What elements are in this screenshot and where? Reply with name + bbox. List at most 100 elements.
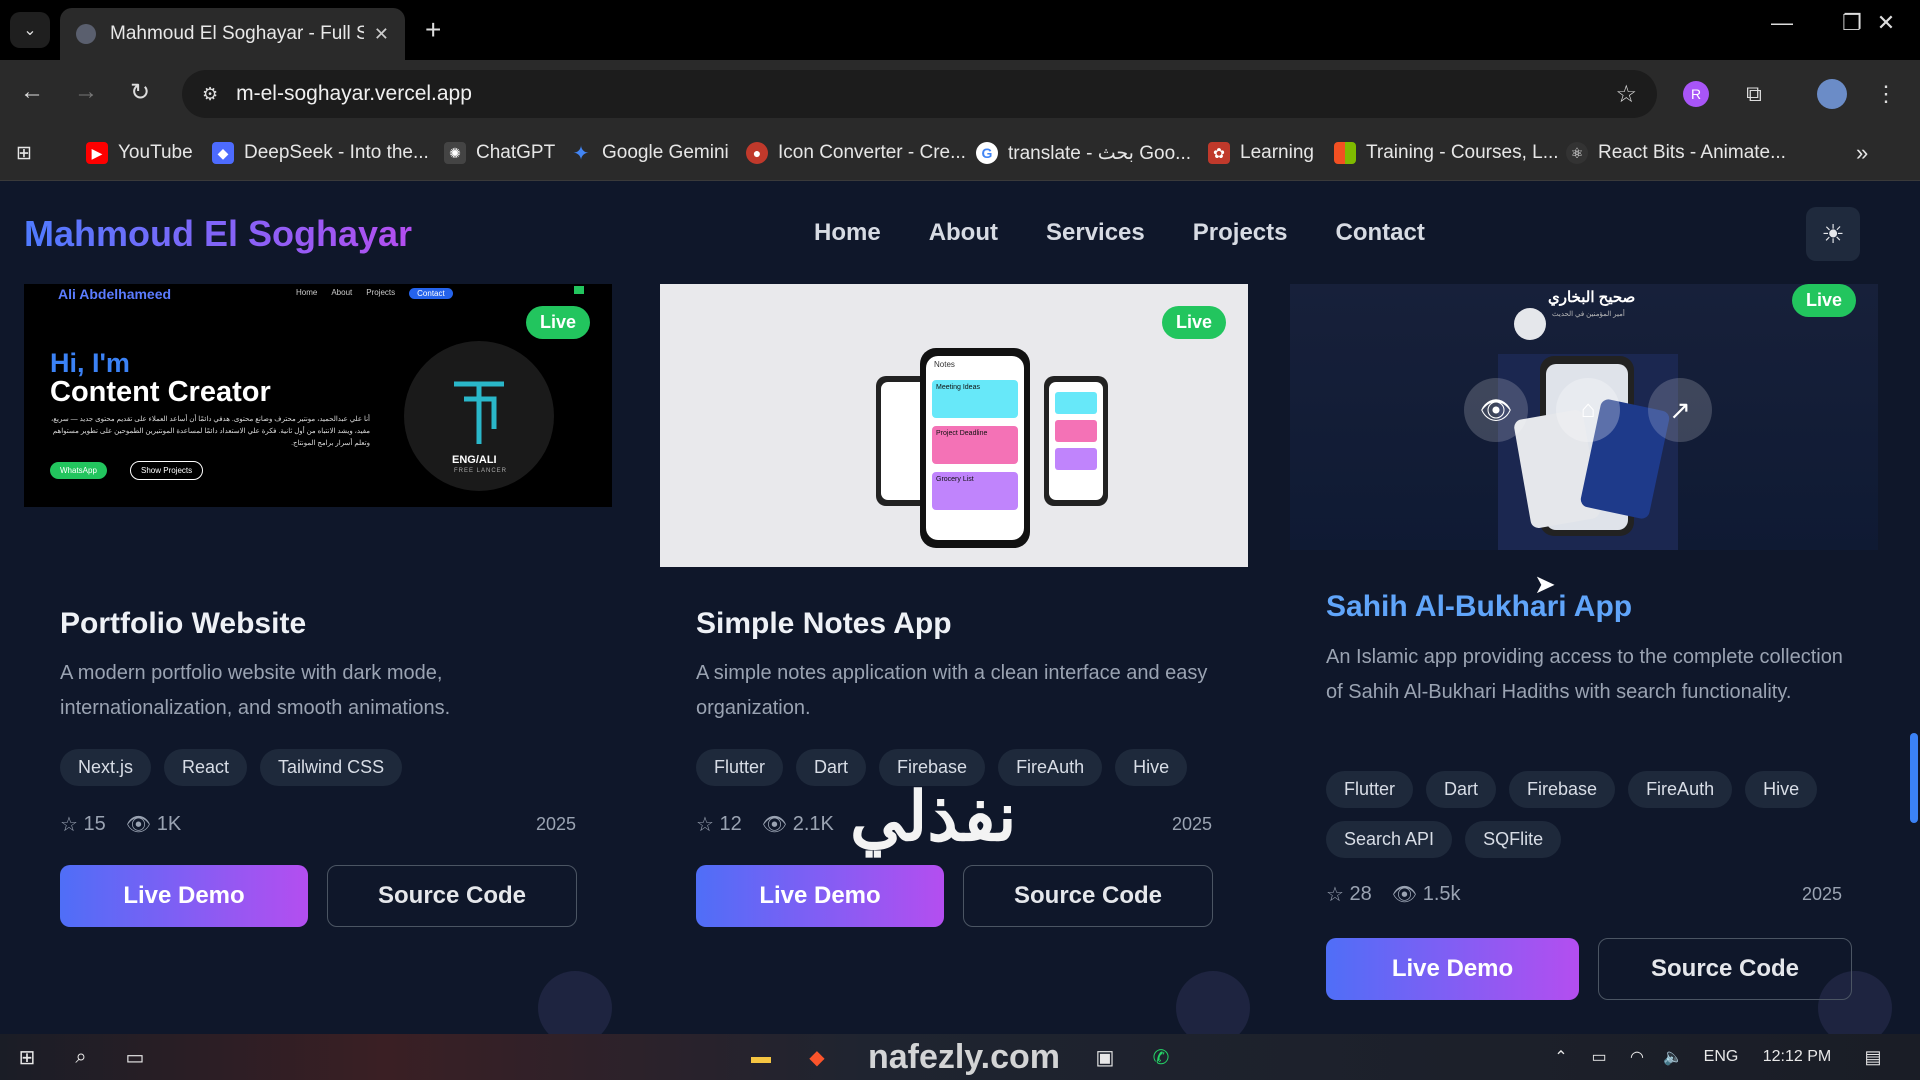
project-thumbnail[interactable]: صحيح البخاري أمير المؤمنين في الحديث 👁 ⌂…	[1290, 284, 1878, 550]
volume-icon[interactable]: 🔈	[1660, 1042, 1686, 1072]
eye-icon: 👁	[125, 814, 152, 836]
website-viewport: Ali Abdelhameed Home About Projects Cont…	[0, 181, 1920, 1034]
live-demo-button[interactable]: Live Demo	[1326, 938, 1579, 1000]
thumb-sub: أمير المؤمنين في الحديث	[1552, 311, 1625, 318]
thumb-nav: Home About Projects Contact	[296, 288, 453, 299]
new-tab-button[interactable]: +	[425, 12, 441, 48]
nav-link-about[interactable]: About	[929, 219, 998, 247]
site-brand[interactable]: Mahmoud El Soghayar	[24, 213, 412, 255]
project-title: Simple Notes App	[696, 607, 952, 640]
tab-title: Mahmoud El Soghayar - Full St	[110, 23, 364, 44]
profile-avatar[interactable]	[1808, 70, 1856, 118]
source-code-button[interactable]: Source Code	[1598, 938, 1852, 1000]
bookmark-learning[interactable]: ✿ Learning	[1208, 140, 1314, 166]
nav-link-services[interactable]: Services	[1046, 219, 1145, 247]
nav-link-home[interactable]: Home	[814, 219, 881, 247]
file-explorer-icon[interactable]: ▬	[744, 1042, 778, 1072]
chevron-up-icon[interactable]: ⌃	[1548, 1042, 1574, 1072]
live-badge: Live	[525, 306, 590, 339]
bookmark-label: Icon Converter - Cre...	[778, 142, 966, 163]
window-close-icon[interactable]: ✕	[1866, 10, 1906, 36]
nav-link-projects[interactable]: Projects	[1193, 219, 1288, 247]
bookmark-icon-converter[interactable]: ● Icon Converter - Cre...	[746, 140, 966, 166]
brave-icon[interactable]: ◆	[800, 1042, 834, 1072]
tech-tag: Firebase	[1509, 771, 1616, 808]
apps-grid-icon[interactable]: ⊞	[16, 140, 32, 166]
view-count: 1K	[156, 813, 182, 835]
project-thumbnail[interactable]: Ali Abdelhameed Home About Projects Cont…	[24, 284, 612, 507]
live-demo-button[interactable]: Live Demo	[60, 865, 308, 927]
project-stats: ☆ 15 👁 1K 2025	[60, 812, 576, 837]
tech-tag: Hive	[1115, 749, 1188, 786]
source-code-button[interactable]: Source Code	[963, 865, 1213, 927]
tech-tag: React	[164, 749, 248, 786]
thumb-note: Project Deadline	[932, 426, 1018, 464]
close-tab-icon[interactable]: ✕	[374, 24, 389, 45]
extensions-puzzle-icon[interactable]: ⧉	[1730, 70, 1778, 118]
browser-menu-icon[interactable]: ⋮	[1862, 70, 1910, 118]
project-year: 2025	[1801, 884, 1842, 904]
site-nav-links: Home About Services Projects Contact	[814, 219, 1425, 247]
project-description: A simple notes application with a clean …	[696, 662, 1208, 719]
thumb-show-projects-button: Show Projects	[130, 461, 204, 480]
watermark-logo: نفذلي	[850, 779, 1017, 855]
page-scrollbar-track[interactable]	[1908, 181, 1920, 1034]
project-description: A modern portfolio website with dark mod…	[60, 662, 451, 719]
minimize-icon[interactable]: —	[1762, 10, 1802, 36]
bookmark-deepseek[interactable]: ◆ DeepSeek - Into the...	[212, 140, 429, 166]
thumb-text: أنا علي عبدالحميد، مونتير محترف وصانع مح…	[51, 416, 370, 447]
bookmark-youtube[interactable]: ▶ YouTube	[86, 140, 193, 166]
bookmark-gemini[interactable]: ✦ Google Gemini	[570, 140, 729, 166]
bookmark-translate[interactable]: G translate - بحث Goo...	[976, 140, 1191, 166]
notification-icon[interactable]: ▤	[1858, 1042, 1888, 1072]
decorative-blob	[538, 971, 612, 1034]
bookmark-training[interactable]: Training - Courses, L...	[1334, 140, 1559, 166]
windows-taskbar: ⊞ ⌕ ▭ ▬ ◆ nafezly.com ▣ ✆ ⌃ ▭ ◠ 🔈 ENG 12…	[0, 1034, 1920, 1080]
project-stats: ☆ 28 👁 1.5k 2025	[1326, 882, 1842, 907]
thumb-hi: Hi, I'm	[50, 348, 130, 378]
watermark-url: nafezly.com	[867, 1037, 1061, 1076]
whatsapp-icon[interactable]: ✆	[1144, 1042, 1178, 1072]
tech-tag: Dart	[1426, 771, 1497, 808]
tech-tag: Tailwind CSS	[260, 749, 403, 786]
address-bar[interactable]: ⚙ m-el-soghayar.vercel.app ☆	[182, 70, 1657, 118]
view-count: 1.5k	[1422, 883, 1461, 905]
source-code-button[interactable]: Source Code	[327, 865, 577, 927]
windows-start-icon[interactable]: ⊞	[10, 1042, 44, 1072]
bookmark-label: Learning	[1240, 142, 1314, 163]
tech-tag: Flutter	[1326, 771, 1414, 808]
bookmarks-overflow-icon[interactable]: »	[1856, 140, 1868, 166]
url-text[interactable]: m-el-soghayar.vercel.app	[236, 82, 1615, 106]
forward-icon[interactable]: →	[66, 72, 106, 112]
live-demo-button[interactable]: Live Demo	[696, 865, 944, 927]
star-count: 12	[719, 813, 742, 835]
wifi-icon[interactable]: ◠	[1624, 1042, 1650, 1072]
star-icon: ☆	[696, 814, 714, 836]
site-navbar: Mahmoud El Soghayar Home About Services …	[0, 181, 1920, 284]
task-view-icon[interactable]: ▭	[118, 1042, 152, 1072]
browser-tab[interactable]: Mahmoud El Soghayar - Full St ✕	[60, 8, 405, 60]
tech-tag: FireAuth	[1628, 771, 1733, 808]
language-indicator[interactable]: ENG	[1698, 1042, 1744, 1072]
theme-toggle-button[interactable]: ☀	[1806, 207, 1860, 261]
search-icon[interactable]: ⌕	[64, 1042, 98, 1072]
nav-link-contact[interactable]: Contact	[1335, 219, 1424, 247]
tech-tags: Next.js React Tailwind CSS	[60, 749, 590, 786]
external-link-icon[interactable]: ↗	[1648, 378, 1712, 442]
extension-profile-icon[interactable]: R	[1672, 70, 1720, 118]
bookmark-react-bits[interactable]: ⚛ React Bits - Animate...	[1566, 140, 1786, 166]
site-info-icon[interactable]: ⚙	[202, 84, 218, 105]
tab-search-button[interactable]: ⌄	[10, 12, 50, 48]
github-icon[interactable]: ⌂	[1556, 378, 1620, 442]
preview-eye-icon[interactable]: 👁	[1464, 378, 1528, 442]
system-clock[interactable]: 12:12 PM	[1752, 1042, 1842, 1072]
bookmark-star-icon[interactable]: ☆	[1615, 80, 1637, 109]
app-icon[interactable]: ▣	[1088, 1042, 1122, 1072]
page-scrollbar-thumb[interactable]	[1910, 733, 1918, 823]
bookmarks-bar: ⊞ ▶ YouTube ◆ DeepSeek - Into the... ✺ C…	[0, 126, 1920, 181]
reload-icon[interactable]: ↻	[120, 72, 160, 112]
battery-icon[interactable]: ▭	[1586, 1042, 1612, 1072]
bookmark-chatgpt[interactable]: ✺ ChatGPT	[444, 140, 555, 166]
project-thumbnail[interactable]: Notes Meeting Ideas Project Deadline Gro…	[660, 284, 1248, 567]
back-icon[interactable]: ←	[12, 72, 52, 112]
